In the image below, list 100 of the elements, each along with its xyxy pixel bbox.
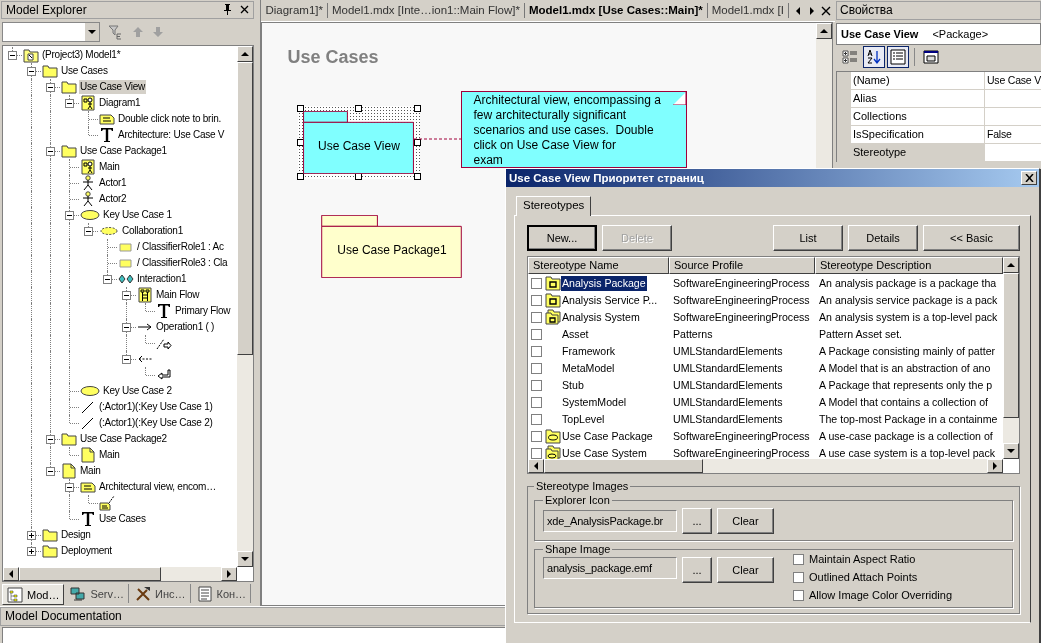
document-tab[interactable]: Diagram1]*: [261, 3, 328, 18]
table-cell-text: UMLStandardElements: [672, 379, 784, 391]
tree-item[interactable]: Collaboration1: [121, 223, 184, 238]
property-value[interactable]: Use Case V: [984, 72, 1041, 89]
table-cell-text: SoftwareEngineeringProcess: [672, 294, 811, 306]
tree-item[interactable]: Interaction1: [136, 271, 188, 286]
document-tab[interactable]: Model1.mdx [Use Cases::Main]*: [524, 3, 708, 18]
panel-title: Свойства: [835, 1, 1041, 20]
explorer-tab[interactable]: Mod…: [2, 584, 65, 606]
note-text: Architectural view, encompassing a few architecturally significant scenarios and use cases. Double click on Use Case View for exam: [473, 93, 662, 168]
list-item[interactable]: Use Case Package: [561, 428, 654, 444]
dialog-button[interactable]: << Basic: [923, 225, 1020, 251]
document-tab[interactable]: Model1.mdx [I: [707, 3, 789, 18]
tree-item[interactable]: Actor1: [98, 175, 128, 190]
table-cell-text: SoftwareEngineeringProcess: [672, 430, 811, 442]
tree-item[interactable]: / ClassifierRole1 : Ac: [136, 239, 225, 254]
dialog-button[interactable]: Details: [848, 225, 918, 251]
table-cell-text: An analysis package is a package tha: [818, 277, 998, 289]
table-cell-text: The top-most Package in a containme: [818, 413, 999, 425]
tree-item[interactable]: Key Use Case 2: [102, 383, 173, 398]
package-label: Use Case View: [317, 139, 401, 153]
tree-item[interactable]: Use Case View: [79, 79, 146, 94]
list-item[interactable]: Use Case System: [561, 445, 648, 459]
table-cell-text: SoftwareEngineeringProcess: [672, 311, 811, 323]
table-cell-text: UMLStandardElements: [672, 413, 784, 425]
browse-button[interactable]: ...: [682, 508, 712, 534]
column-header[interactable]: Stereotype Name: [528, 257, 669, 274]
panel-title: Model Explorer: [6, 3, 88, 17]
explorer-tab[interactable]: Кон…: [192, 584, 252, 604]
tree-item[interactable]: Architecture: Use Case V: [117, 127, 226, 142]
diagram-title: Use Cases: [287, 47, 379, 68]
tree-item[interactable]: (:Actor1)(:Key Use Case 1): [98, 399, 214, 414]
list-item[interactable]: Stub: [561, 377, 585, 393]
list-item[interactable]: TopLevel: [561, 411, 606, 427]
table-cell-text: Pattern Asset set.: [818, 328, 904, 340]
dialog-button[interactable]: List: [773, 225, 843, 251]
property-name[interactable]: Stereotype: [850, 144, 985, 161]
tree-item[interactable]: (:Actor1)(:Key Use Case 2): [98, 415, 214, 430]
list-item[interactable]: Framework: [561, 343, 616, 359]
group-title: Shape Image: [544, 543, 612, 555]
column-header[interactable]: Stereotype Description: [815, 257, 1003, 274]
checkbox-label[interactable]: Outlined Attach Points: [809, 571, 918, 583]
tree-item[interactable]: Operation1 ( ): [155, 319, 216, 334]
tree-item[interactable]: Key Use Case 1: [102, 207, 173, 222]
property-name[interactable]: (Name): [850, 72, 985, 89]
list-item[interactable]: Analysis Package: [561, 275, 647, 291]
object-type: <Package>: [932, 28, 989, 40]
tree-item[interactable]: Use Cases: [98, 511, 147, 526]
checkbox-label[interactable]: Allow Image Color Overriding: [809, 589, 953, 601]
tree-item[interactable]: Main: [98, 159, 121, 174]
group-title: Stereotype Images: [535, 480, 630, 492]
dialog-title: Use Case View Приоритет страниц: [509, 172, 705, 184]
tree-item[interactable]: Use Cases: [60, 63, 109, 78]
explorer-tab[interactable]: Serv…: [66, 584, 130, 604]
package-label: Use Case Package1: [336, 243, 448, 257]
tree-item[interactable]: / ClassifierRole3 : Cla: [136, 255, 229, 270]
table-cell-text: A use-case package is a collection of: [818, 430, 994, 442]
tree-item[interactable]: (Project3) Model1*: [41, 47, 122, 62]
table-cell-text: An analysis system is a top-level pack: [818, 311, 999, 323]
explorer-tab[interactable]: Инс…: [131, 584, 191, 604]
list-item[interactable]: Analysis System: [561, 309, 641, 325]
browse-button[interactable]: ...: [682, 557, 712, 583]
checkbox-label[interactable]: Maintain Aspect Ratio: [809, 553, 916, 565]
tree-item[interactable]: Use Case Package1: [79, 143, 168, 158]
tree-item[interactable]: Actor2: [98, 191, 128, 206]
table-cell-text: A use case system is a top-level pack: [818, 447, 997, 459]
document-tab[interactable]: Model1.mdx [Inte…ion1::Main Flow]*: [328, 3, 525, 18]
clear-button[interactable]: Clear: [717, 557, 774, 583]
tree-item[interactable]: Diagram1: [98, 95, 142, 110]
table-cell-text: A Model that contains a collection of: [818, 396, 989, 408]
table-cell-text: SoftwareEngineeringProcess: [672, 447, 811, 459]
tree-item[interactable]: Double click note to brin.: [117, 111, 222, 126]
column-header[interactable]: Source Profile: [669, 257, 815, 274]
property-value[interactable]: False: [984, 126, 1041, 143]
clear-button[interactable]: Clear: [717, 508, 774, 534]
table-cell-text: A Package that represents only the p: [818, 379, 994, 391]
file-field[interactable]: xde_AnalysisPackage.br: [543, 510, 677, 532]
dialog-tab[interactable]: Stereotypes: [516, 196, 592, 216]
tree-item[interactable]: Main: [98, 447, 121, 462]
list-item[interactable]: SystemModel: [561, 394, 628, 410]
dialog-button[interactable]: New...: [527, 225, 597, 251]
file-field[interactable]: analysis_package.emf: [543, 557, 677, 579]
note-shape[interactable]: Architectural view, encompassing a few architecturally significant scenarios and use cases. Double click on Use Case View for exam: [461, 91, 688, 168]
property-name[interactable]: IsSpecification: [850, 126, 985, 143]
tree-item[interactable]: Main Flow: [155, 287, 201, 302]
tree-item[interactable]: Architectural view, encom…: [98, 479, 217, 494]
tree-item[interactable]: Use Case Package2: [79, 431, 168, 446]
object-name: Use Case View: [840, 28, 919, 40]
tree-item[interactable]: Design: [60, 527, 92, 542]
tree-item[interactable]: Deployment: [60, 543, 113, 558]
tree-item[interactable]: Main: [79, 463, 102, 478]
tree-item[interactable]: Primary Flow: [174, 303, 232, 318]
list-item[interactable]: Asset: [561, 326, 590, 342]
table-cell-text: SoftwareEngineeringProcess: [672, 277, 811, 289]
table-cell-text: UMLStandardElements: [672, 362, 784, 374]
group-title: Explorer Icon: [544, 494, 611, 506]
table-cell-text: A Package consisting mainly of patter: [818, 345, 997, 357]
list-item[interactable]: Analysis Service P...: [561, 292, 659, 308]
table-cell-text: An analysis service package is a pack: [818, 294, 999, 306]
list-item[interactable]: MetaModel: [561, 360, 616, 376]
